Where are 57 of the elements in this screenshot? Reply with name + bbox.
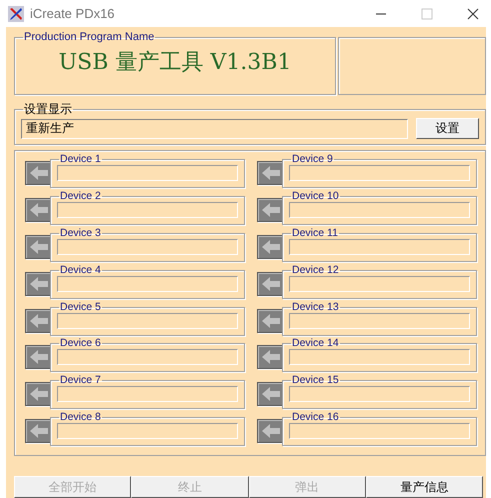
device-label: Device 6 [59,338,102,350]
left-arrow-icon [29,238,49,255]
device-status-field[interactable] [57,238,238,255]
device-label: Device 4 [59,264,102,276]
device-status-field[interactable] [289,422,470,439]
left-arrow-icon [29,312,49,329]
left-arrow-icon [261,202,281,218]
device-status-field[interactable] [57,202,238,218]
device-label: Device 7 [59,375,102,386]
device-label: Device 9 [291,154,334,166]
left-arrow-icon [29,276,49,292]
device-status-field[interactable] [57,422,238,439]
device-label: Device 16 [291,412,340,423]
device-label: Device 12 [291,264,340,276]
device-label: Device 14 [291,338,340,350]
program-name: USB 量产工具 V1.3B1 [58,49,292,77]
group-label: 设置显示 [23,101,73,118]
device-label: Device 1 [59,154,102,166]
device-status-field[interactable] [289,238,470,255]
close-icon[interactable] [467,8,479,20]
device-status-field[interactable] [57,312,238,329]
left-arrow-icon [261,422,281,439]
device-label: Device 3 [59,228,102,239]
device-status-field[interactable] [289,165,470,182]
left-arrow-icon [29,165,49,182]
app-icon [8,6,24,22]
device-status-field[interactable] [289,349,470,366]
left-arrow-icon [261,312,281,329]
device-label: Device 13 [291,302,340,313]
device-status-field[interactable] [289,386,470,402]
left-arrow-icon [29,349,49,366]
left-arrow-icon [29,202,49,218]
window-title: iCreate PDx16 [30,6,115,21]
device-label: Device 5 [59,302,102,313]
left-arrow-icon [261,165,281,182]
device-label: Device 8 [59,412,102,423]
device-status-field[interactable] [57,349,238,366]
device-label: Device 11 [291,228,339,239]
device-status-field[interactable] [289,312,470,329]
settings-display-field[interactable]: 重新生产 [21,118,408,138]
action-button[interactable]: 量产信息 [366,476,483,498]
device-status-field[interactable] [57,165,238,182]
device-label: Device 2 [59,191,102,202]
device-label: Device 15 [291,375,340,386]
left-arrow-icon [261,349,281,366]
settings-button[interactable]: 设置 [416,118,479,139]
left-arrow-icon [261,238,281,255]
left-arrow-icon [29,422,49,439]
device-label: Device 10 [291,191,340,202]
left-arrow-icon [261,386,281,402]
device-status-field[interactable] [289,276,470,292]
left-arrow-icon [29,386,49,402]
device-status-field[interactable] [57,276,238,292]
left-arrow-icon [261,276,281,292]
device-status-field[interactable] [57,386,238,402]
device-status-field[interactable] [289,202,470,218]
group-label: Production Program Name [23,31,156,43]
